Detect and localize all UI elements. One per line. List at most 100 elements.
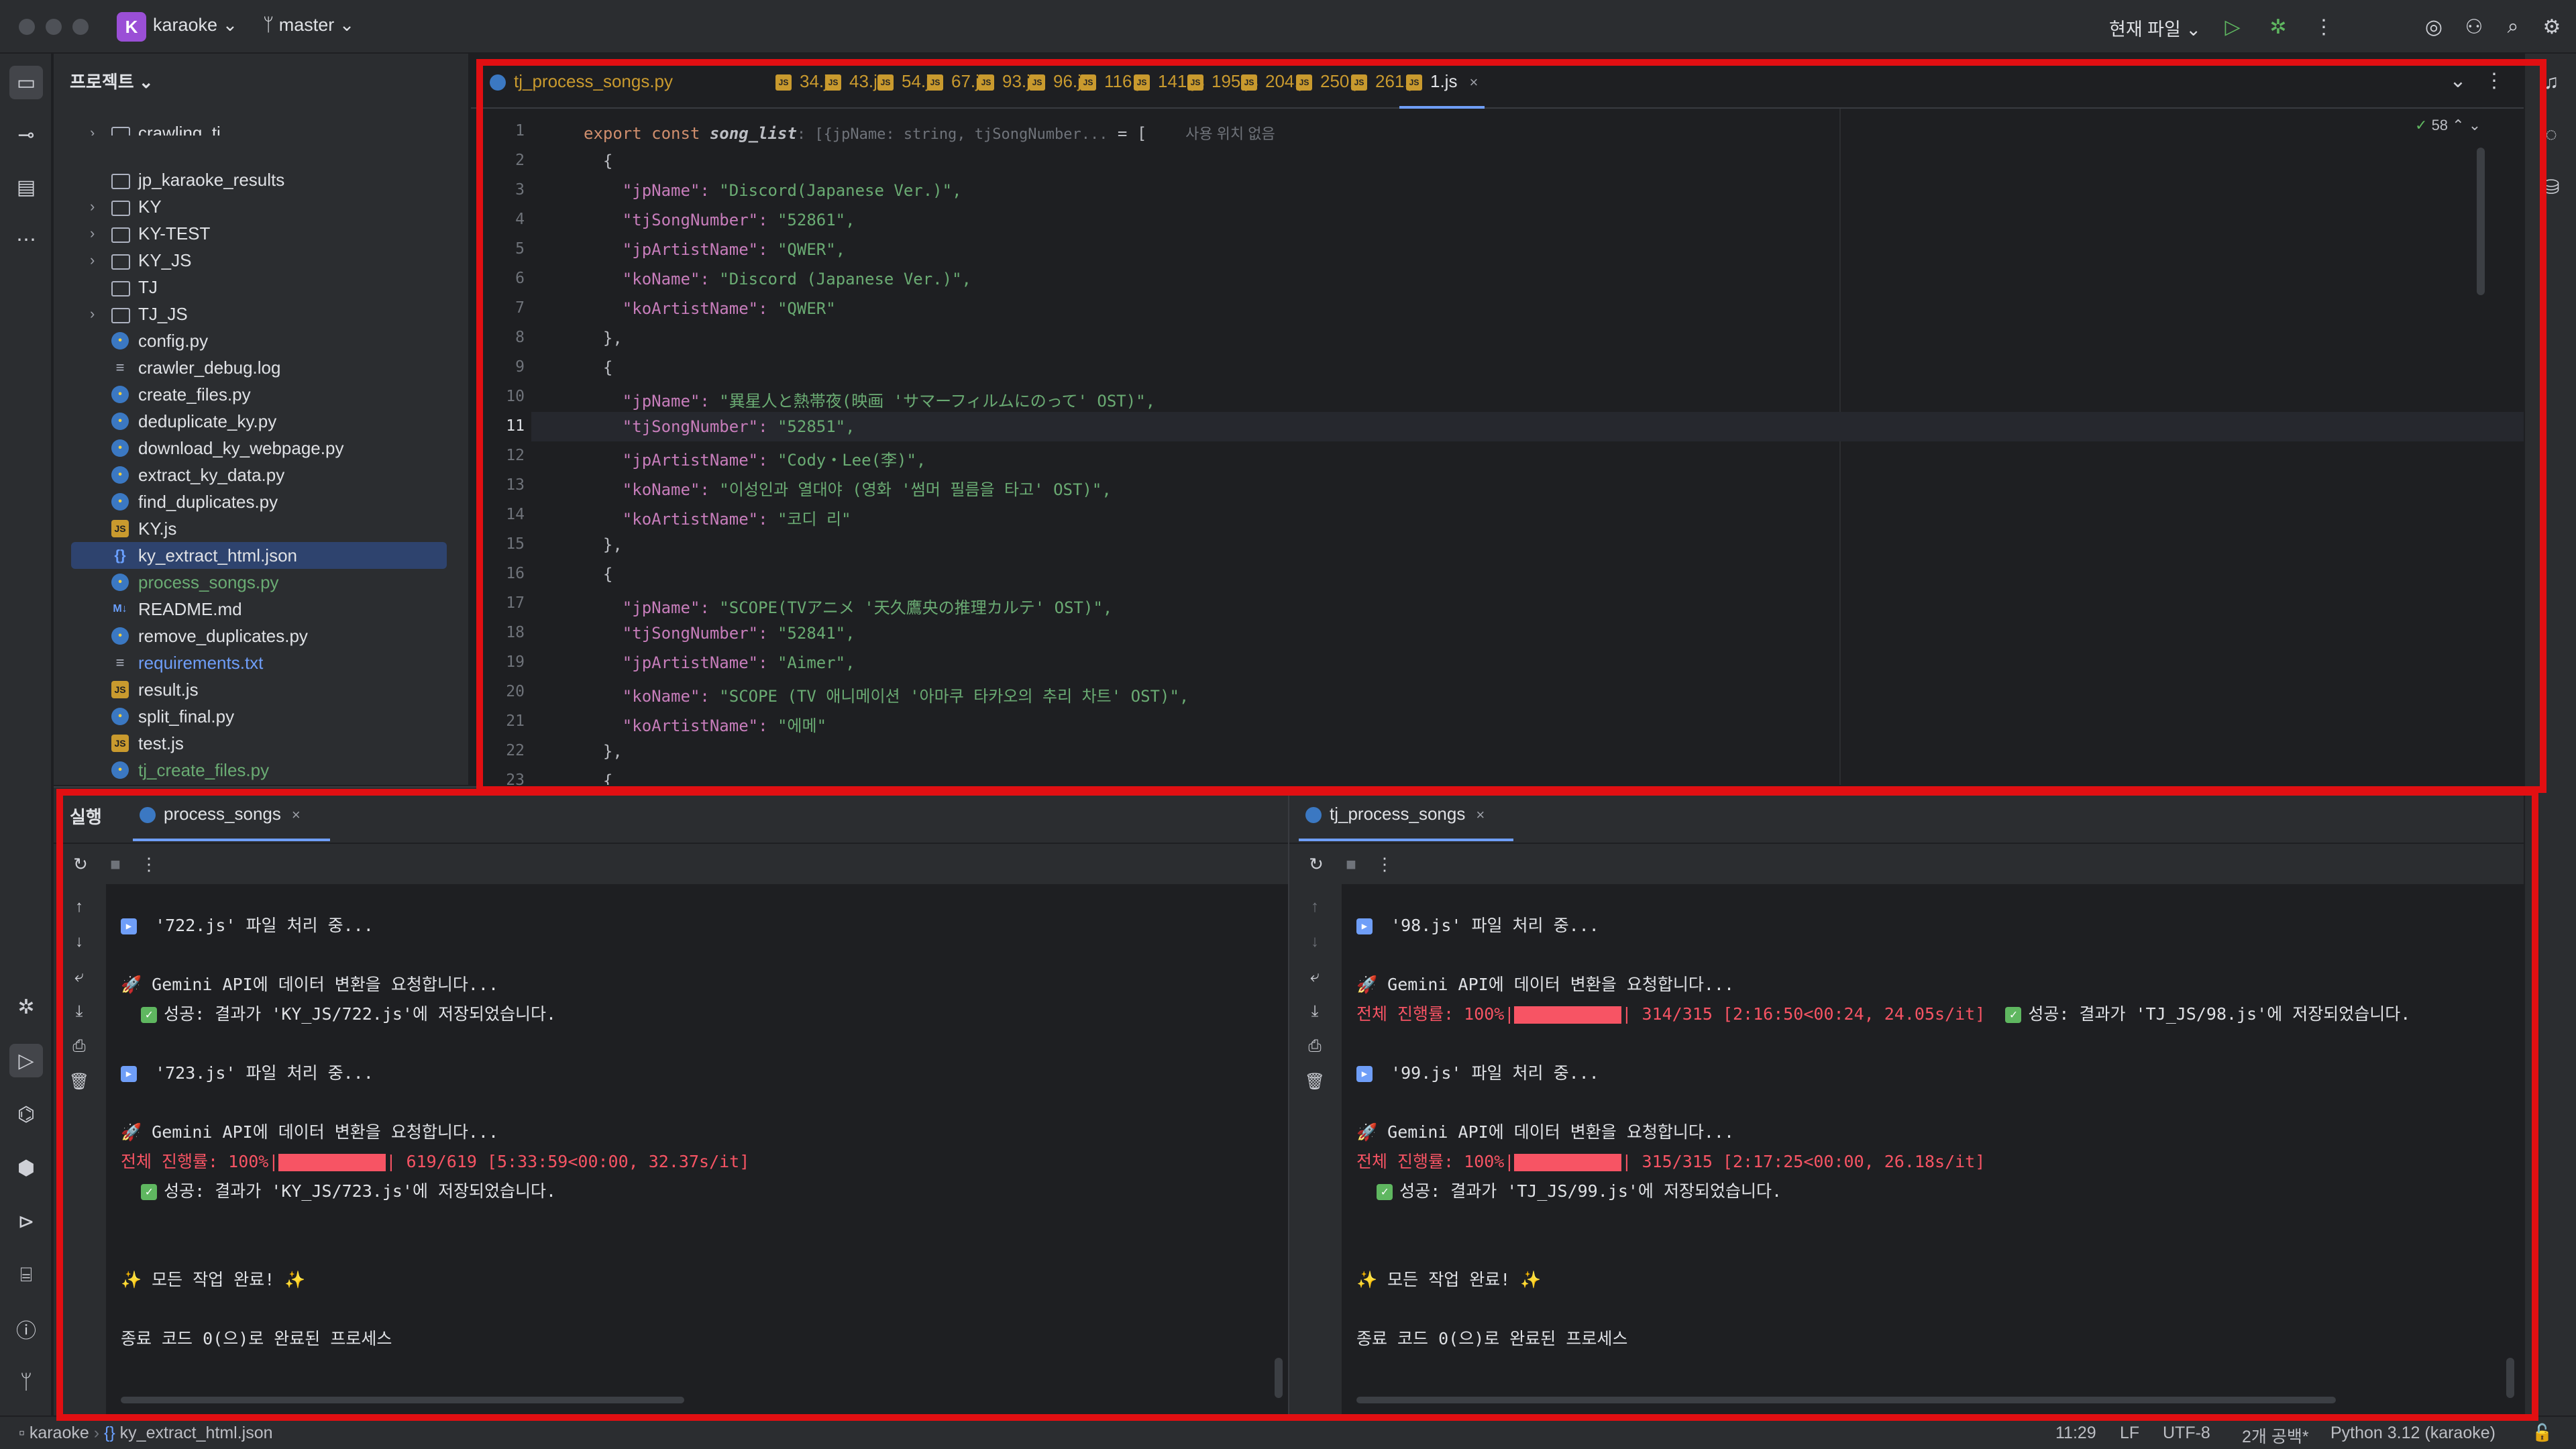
close-tab-icon[interactable]: × — [1469, 74, 1478, 91]
more-tools-icon[interactable]: ⋯ — [9, 223, 43, 256]
editor-tab-1-js[interactable]: JS 1.js × — [1399, 54, 1485, 109]
run-more-icon[interactable]: ⋮ — [1371, 851, 1398, 877]
tree-item-readme-md[interactable]: M↓ README.md — [71, 596, 447, 623]
python-interpreter[interactable]: Python 3.12 (karaoke) — [2330, 1424, 2496, 1443]
add-user-icon[interactable]: ⚇ — [2459, 12, 2489, 42]
console-hscrollbar-right[interactable] — [1356, 1397, 2336, 1403]
tree-item-requirements-txt[interactable]: ≡ requirements.txt — [71, 649, 447, 676]
console-scrollbar-right[interactable] — [2506, 1358, 2514, 1398]
tab-more-icon[interactable]: ⋮ — [2479, 66, 2509, 95]
print-icon[interactable]: ⎙ — [1301, 1033, 1328, 1060]
python-packages-icon[interactable]: ⬢ — [9, 1151, 43, 1185]
soft-wrap-icon[interactable]: ⤶ — [66, 963, 93, 990]
python-console-icon[interactable]: ⌬ — [9, 1097, 43, 1131]
chevron-right-icon[interactable]: › — [90, 119, 106, 136]
trash-icon[interactable]: 🗑 — [1301, 1068, 1328, 1095]
run-tab-process-songs[interactable]: process_songs × — [140, 804, 301, 824]
tree-item-process-songs-py[interactable]: • process_songs.py — [71, 569, 447, 596]
scroll-to-end-icon[interactable]: ⤓ — [1301, 998, 1328, 1025]
notifications-bell-icon[interactable]: ♫ — [2534, 66, 2568, 99]
tree-item-ky-extract-html-json[interactable]: {} ky_extract_html.json — [71, 542, 447, 569]
indent-setting[interactable]: 2개 공백* — [2242, 1424, 2309, 1448]
project-panel-title[interactable]: 프로젝트 ⌄ — [70, 68, 154, 93]
tree-item-download-ky-webpage-py[interactable]: • download_ky_webpage.py — [71, 435, 447, 462]
stop-icon[interactable]: ■ — [1338, 851, 1364, 877]
minimize-window-icon[interactable] — [46, 19, 62, 35]
services-icon[interactable]: ⊳ — [9, 1205, 43, 1238]
tab-list-chevron-icon[interactable]: ⌄ — [2443, 66, 2473, 95]
file-encoding[interactable]: UTF-8 — [2163, 1424, 2210, 1443]
console-hscrollbar-left[interactable] — [121, 1397, 684, 1403]
run-icon[interactable]: ▷ — [2218, 12, 2247, 42]
tree-item-crawling-tj[interactable]: › crawling_tj — [71, 119, 447, 136]
chevron-right-icon[interactable]: › — [90, 193, 106, 220]
line-separator[interactable]: LF — [2120, 1424, 2139, 1443]
console-output-left[interactable]: ▶ '722.js' 파일 처리 중... 🚀 Gemini API에 데이터 변… — [121, 912, 1261, 1409]
search-icon[interactable]: ⌕ — [2498, 12, 2528, 42]
tree-item-create-files-py[interactable]: • create_files.py — [71, 381, 447, 408]
arrow-down-icon[interactable]: ↓ — [1301, 928, 1328, 955]
tree-item-find-duplicates-py[interactable]: • find_duplicates.py — [71, 488, 447, 515]
tree-item-ky-js[interactable]: JS KY.js — [71, 515, 447, 542]
chevron-right-icon[interactable]: › — [90, 247, 106, 274]
rerun-icon[interactable]: ↻ — [67, 851, 94, 877]
close-tab-icon[interactable]: × — [1476, 806, 1485, 823]
tree-item-result-js[interactable]: JS result.js — [71, 676, 447, 703]
run-config-selector[interactable]: 현재 파일 ⌄ — [2109, 15, 2201, 41]
tree-item-deduplicate-ky-py[interactable]: • deduplicate_ky.py — [71, 408, 447, 435]
editor-scrollbar[interactable] — [2477, 148, 2485, 295]
tree-item-test-js[interactable]: JS test.js — [71, 730, 447, 757]
soft-wrap-icon[interactable]: ⤶ — [1301, 963, 1328, 990]
arrow-up-icon[interactable]: ↑ — [66, 894, 93, 920]
tree-item-config-py[interactable]: • config.py — [71, 327, 447, 354]
print-icon[interactable]: ⎙ — [66, 1033, 93, 1060]
run-tool-icon[interactable]: ▷ — [9, 1044, 43, 1077]
rerun-icon[interactable]: ↻ — [1303, 851, 1330, 877]
arrow-down-icon[interactable]: ↓ — [66, 928, 93, 955]
scroll-to-end-icon[interactable]: ⤓ — [66, 998, 93, 1025]
ai-assistant-icon[interactable]: ◎ — [2419, 12, 2449, 42]
run-more-icon[interactable]: ⋮ — [136, 851, 162, 877]
project-folder-icon[interactable]: ▭ — [9, 66, 43, 99]
more-icon[interactable]: ⋮ — [2309, 12, 2339, 42]
console-scrollbar-left[interactable] — [1275, 1358, 1283, 1398]
debug-icon[interactable]: ✲ — [2263, 12, 2293, 42]
tree-item-ky[interactable]: › KY — [71, 193, 447, 220]
lock-icon[interactable]: 🔓 — [2532, 1424, 2553, 1443]
tree-item-remove-duplicates-py[interactable]: • remove_duplicates.py — [71, 623, 447, 649]
tree-item-extract-ky-data-py[interactable]: • extract_ky_data.py — [71, 462, 447, 488]
tree-item-tj-create-files-py[interactable]: • tj_create_files.py — [71, 757, 447, 784]
close-window-icon[interactable] — [19, 19, 35, 35]
terminal-icon[interactable]: ⌸ — [9, 1258, 43, 1292]
arrow-up-icon[interactable]: ↑ — [1301, 894, 1328, 920]
structure-icon[interactable]: ▤ — [9, 170, 43, 204]
stop-icon[interactable]: ■ — [102, 851, 129, 877]
chevron-right-icon[interactable]: › — [90, 301, 106, 327]
tree-item-crawler-debug-log[interactable]: ≡ crawler_debug.log — [71, 354, 447, 381]
branch-selector[interactable]: ᛘ master ⌄ — [263, 15, 354, 36]
ai-chat-icon[interactable]: ◌ — [2534, 118, 2568, 152]
tree-item-tj[interactable]: TJ — [71, 274, 447, 301]
git-icon[interactable]: ᛘ — [9, 1366, 43, 1399]
breadcrumb[interactable]: ▫ karaoke › {} ky_extract_html.json — [19, 1424, 273, 1443]
zoom-window-icon[interactable] — [72, 19, 89, 35]
caret-position[interactable]: 11:29 — [2055, 1424, 2096, 1443]
run-tab-tj-process-songs[interactable]: tj_process_songs × — [1305, 804, 1485, 824]
editor-tab-tj-process-songs-py[interactable]: tj_process_songs.py — [490, 54, 673, 109]
debug-tool-icon[interactable]: ✲ — [9, 990, 43, 1024]
commit-icon[interactable]: ⊸ — [9, 118, 43, 152]
chevron-right-icon[interactable]: › — [90, 220, 106, 247]
console-output-right[interactable]: ▶ '98.js' 파일 처리 중... 🚀 Gemini API에 데이터 변환… — [1356, 912, 2497, 1409]
trash-icon[interactable]: 🗑 — [66, 1068, 93, 1095]
project-selector[interactable]: karaoke ⌄ — [153, 15, 237, 36]
close-tab-icon[interactable]: × — [292, 806, 301, 823]
tree-item-ky-test[interactable]: › KY-TEST — [71, 220, 447, 247]
settings-gear-icon[interactable]: ⚙ — [2537, 12, 2567, 42]
inspection-widget[interactable]: ✓ 58 ⌃ ⌄ — [2415, 117, 2481, 134]
database-icon[interactable]: ⛁ — [2534, 170, 2568, 204]
tree-item-tj-js[interactable]: › TJ_JS — [71, 301, 447, 327]
tree-item-split-final-py[interactable]: • split_final.py — [71, 703, 447, 730]
problems-icon[interactable]: ⓘ — [9, 1312, 43, 1346]
project-badge[interactable]: K — [117, 12, 146, 42]
tree-item-jp-karaoke-results[interactable]: jp_karaoke_results — [71, 166, 447, 193]
